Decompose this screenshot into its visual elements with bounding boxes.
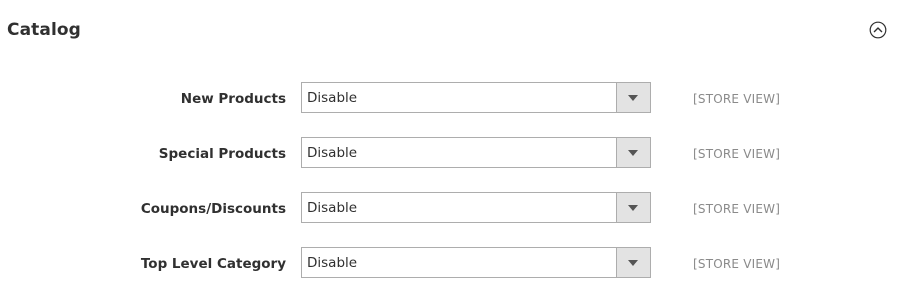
select-value: Disable	[307, 90, 358, 106]
field-label: Top Level Category	[140, 256, 286, 272]
section-title[interactable]: Catalog	[7, 19, 81, 41]
field-row-top-level-category: Top Level Category Disable [STORE VIEW]	[0, 247, 897, 281]
field-row-new-products: New Products Disable [STORE VIEW]	[0, 82, 897, 116]
section-header: Catalog	[0, 0, 897, 60]
special-products-select[interactable]: Disable	[301, 137, 651, 168]
field-label: Coupons/Discounts	[140, 201, 286, 217]
top-level-category-select[interactable]: Disable	[301, 247, 651, 278]
new-products-select[interactable]: Disable	[301, 82, 651, 113]
select-value: Disable	[307, 200, 358, 216]
field-label: New Products	[180, 91, 286, 107]
dropdown-arrow-icon[interactable]	[616, 138, 650, 167]
field-row-coupons-discounts: Coupons/Discounts Disable [STORE VIEW]	[0, 192, 897, 226]
scope-label: [STORE VIEW]	[693, 202, 781, 216]
scope-label: [STORE VIEW]	[693, 257, 781, 271]
scope-label: [STORE VIEW]	[693, 147, 781, 161]
select-value: Disable	[307, 255, 358, 271]
dropdown-arrow-icon[interactable]	[616, 248, 650, 277]
coupons-discounts-select[interactable]: Disable	[301, 192, 651, 223]
field-row-special-products: Special Products Disable [STORE VIEW]	[0, 137, 897, 171]
select-value: Disable	[307, 145, 358, 161]
dropdown-arrow-icon[interactable]	[616, 193, 650, 222]
scope-label: [STORE VIEW]	[693, 92, 781, 106]
field-label: Special Products	[158, 146, 286, 162]
dropdown-arrow-icon[interactable]	[616, 83, 650, 112]
chevron-up-circle-icon[interactable]	[869, 21, 887, 39]
